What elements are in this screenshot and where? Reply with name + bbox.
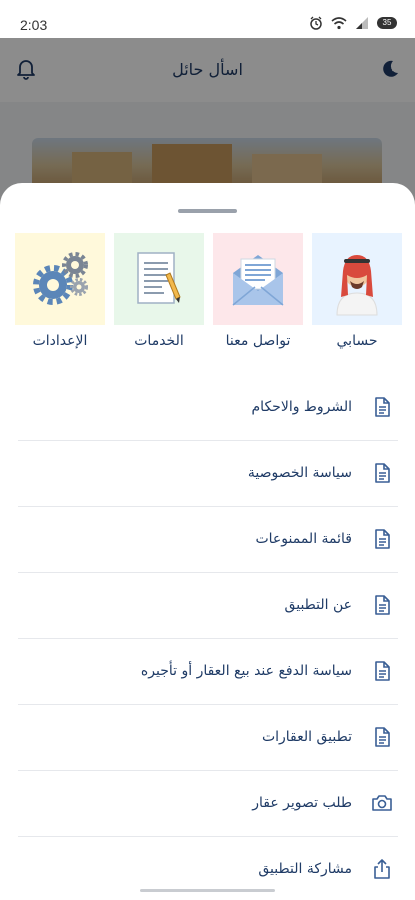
menu-item-photo-request[interactable]: طلب تصوير عقار xyxy=(18,771,398,837)
menu-item-real-estate-app[interactable]: تطبيق العقارات xyxy=(18,705,398,771)
alarm-icon xyxy=(310,16,322,30)
document-icon xyxy=(375,727,390,747)
menu-item-label: طلب تصوير عقار xyxy=(252,795,352,811)
tile-settings-label: الإعدادات xyxy=(32,333,88,349)
menu-item-privacy[interactable]: سياسة الخصوصية xyxy=(18,441,398,507)
menu-list: الشروط والاحكام سياسة الخصوصية قائمة الم… xyxy=(18,375,398,900)
tile-settings[interactable] xyxy=(15,233,105,325)
signal-icon xyxy=(356,17,368,29)
document-icon xyxy=(375,463,390,483)
document-icon xyxy=(375,529,390,549)
menu-item-label: مشاركة التطبيق xyxy=(258,861,352,877)
menu-item-label: سياسة الخصوصية xyxy=(247,465,352,481)
status-time: 2:03 xyxy=(20,17,48,33)
document-pencil-icon xyxy=(137,252,181,304)
document-icon xyxy=(375,661,390,681)
account-avatar-icon xyxy=(336,255,378,316)
menu-item-label: قائمة الممنوعات xyxy=(255,531,352,547)
tile-account[interactable] xyxy=(312,233,402,325)
tile-services-label: الخدمات xyxy=(134,333,184,349)
tile-services[interactable] xyxy=(114,233,204,325)
menu-item-about[interactable]: عن التطبيق xyxy=(18,573,398,639)
envelope-icon xyxy=(232,255,284,306)
document-icon xyxy=(375,397,390,417)
menu-item-label: الشروط والاحكام xyxy=(251,399,352,415)
tile-account-label: حسابي xyxy=(336,333,378,349)
share-icon xyxy=(374,859,390,879)
menu-item-prohibited[interactable]: قائمة الممنوعات xyxy=(18,507,398,573)
menu-item-label: تطبيق العقارات xyxy=(261,729,352,745)
menu-item-label: عن التطبيق xyxy=(284,597,352,613)
status-bar: 2:03 35 xyxy=(0,0,415,38)
status-icons: 35 xyxy=(309,16,397,30)
tile-contact[interactable] xyxy=(213,233,303,325)
document-icon xyxy=(375,595,390,615)
gears-icon xyxy=(33,252,88,305)
menu-item-label: سياسة الدفع عند بيع العقار أو تأجيره xyxy=(140,663,352,679)
menu-item-payment-policy[interactable]: سياسة الدفع عند بيع العقار أو تأجيره xyxy=(18,639,398,705)
quick-tiles xyxy=(14,233,402,325)
wifi-icon xyxy=(331,16,347,29)
home-indicator[interactable] xyxy=(140,889,275,892)
battery-icon: 35 xyxy=(377,17,397,29)
tile-contact-label: تواصل معنا xyxy=(225,333,291,349)
camera-icon xyxy=(372,795,392,811)
menu-bottom-sheet: حسابي تواصل معنا الخدمات الإعدادات الشرو… xyxy=(0,183,415,900)
sheet-drag-handle[interactable] xyxy=(178,209,237,213)
menu-item-terms[interactable]: الشروط والاحكام xyxy=(18,375,398,441)
